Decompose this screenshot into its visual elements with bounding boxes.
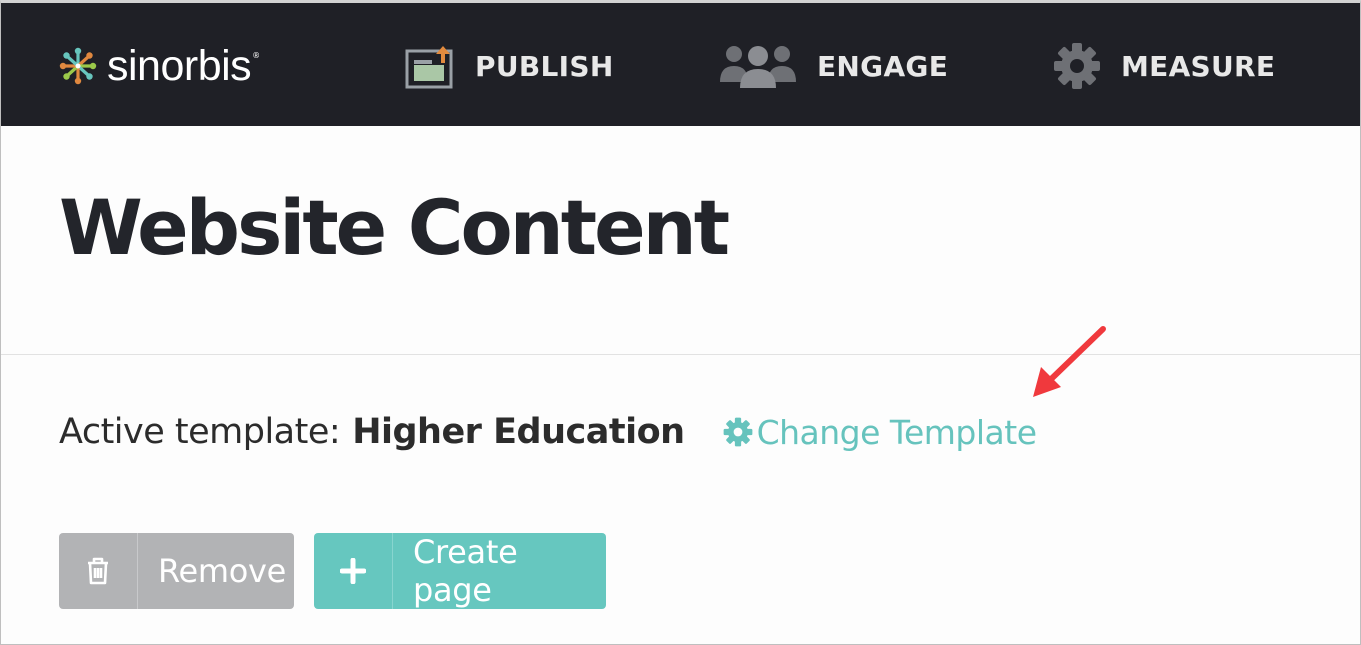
top-navbar: sinorbis ® PUBLISH ENGAGE MEASURE — [1, 3, 1360, 126]
app-window: sinorbis ® PUBLISH ENGAGE MEASURE Websit… — [0, 0, 1361, 645]
nav-measure-label: MEASURE — [1121, 49, 1276, 83]
sinorbis-logo-icon — [59, 47, 97, 85]
nav-publish-label: PUBLISH — [475, 49, 614, 83]
brand-registered-mark: ® — [252, 51, 261, 60]
gear-icon — [723, 417, 752, 447]
page-title: Website Content — [59, 183, 730, 272]
create-page-button[interactable]: Create page — [314, 533, 606, 609]
page-header: Website Content — [1, 126, 1360, 355]
create-page-button-label: Create page — [412, 533, 518, 609]
users-group-icon — [719, 42, 797, 90]
nav-measure[interactable]: MEASURE — [1053, 41, 1275, 91]
publish-upload-icon — [405, 43, 455, 89]
plus-icon — [314, 533, 392, 609]
annotation-arrow-icon — [1033, 326, 1106, 397]
remove-button[interactable]: Remove — [59, 533, 294, 609]
trash-icon — [59, 533, 137, 609]
change-template-link[interactable]: Change Template — [723, 413, 1037, 452]
active-template-label: Active template: — [59, 412, 341, 452]
active-template-value: Higher Education — [352, 412, 685, 452]
change-template-label: Change Template — [756, 412, 1037, 452]
brand-name: sinorbis — [107, 41, 252, 90]
nav-engage-label: ENGAGE — [817, 49, 949, 83]
active-template-row: Active template: Higher Education Change… — [59, 409, 1037, 455]
nav-engage[interactable]: ENGAGE — [719, 41, 948, 91]
remove-button-label: Remove — [158, 552, 287, 590]
brand-logo[interactable]: sinorbis ® — [57, 41, 260, 91]
gear-icon — [1053, 42, 1101, 90]
nav-publish[interactable]: PUBLISH — [405, 41, 614, 91]
